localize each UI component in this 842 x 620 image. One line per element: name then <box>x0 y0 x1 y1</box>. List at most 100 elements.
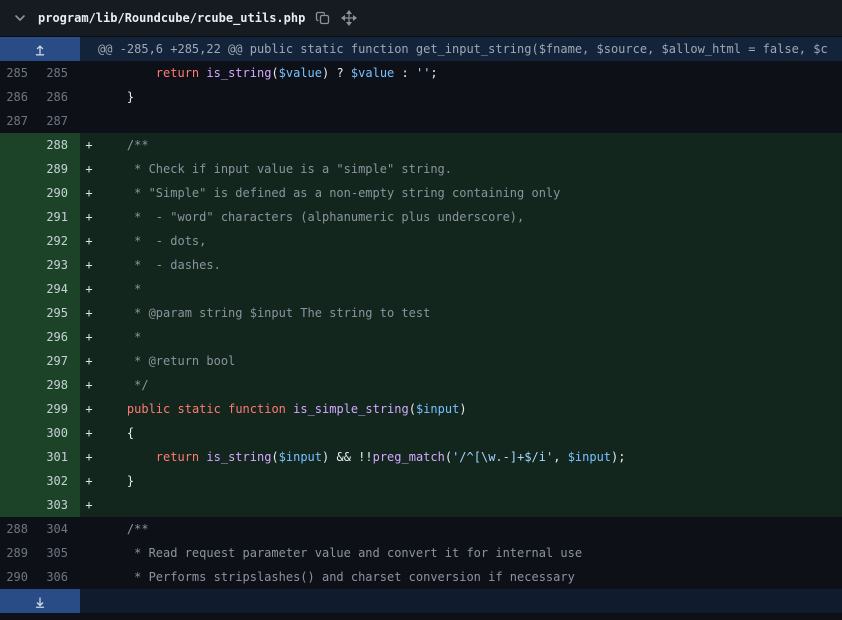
expand-bottom-fill <box>80 589 842 613</box>
chevron-down-icon[interactable] <box>12 10 28 26</box>
old-line-number[interactable] <box>0 157 40 181</box>
new-line-number[interactable]: 296 <box>40 325 80 349</box>
diff-line: 298+ */ <box>0 373 842 397</box>
new-line-number[interactable]: 286 <box>40 85 80 109</box>
diff-line: 295+ * @param string $input The string t… <box>0 301 842 325</box>
diff-line: 303+ <box>0 493 842 517</box>
old-line-number[interactable] <box>0 277 40 301</box>
diff-marker: + <box>80 421 98 445</box>
diff-line: 302+ } <box>0 469 842 493</box>
new-line-number[interactable]: 290 <box>40 181 80 205</box>
file-path[interactable]: program/lib/Roundcube/rcube_utils.php <box>38 11 305 25</box>
diff-marker <box>80 541 98 565</box>
expand-down-button[interactable] <box>0 589 80 613</box>
new-line-number[interactable]: 288 <box>40 133 80 157</box>
diff-marker: + <box>80 229 98 253</box>
code-token <box>98 402 127 416</box>
move-icon[interactable] <box>341 10 357 26</box>
code-line: public static function is_simple_string(… <box>98 397 842 421</box>
code-token: /** <box>98 522 149 536</box>
code-token: return <box>156 66 199 80</box>
new-line-number[interactable]: 300 <box>40 421 80 445</box>
new-line-number[interactable]: 293 <box>40 253 80 277</box>
new-line-number[interactable]: 289 <box>40 157 80 181</box>
code-token: ) && !! <box>322 450 373 464</box>
diff-marker: + <box>80 277 98 301</box>
copy-icon[interactable] <box>315 10 331 26</box>
new-line-number[interactable]: 287 <box>40 109 80 133</box>
old-line-number[interactable] <box>0 253 40 277</box>
old-line-number[interactable] <box>0 445 40 469</box>
old-line-number[interactable] <box>0 181 40 205</box>
expand-up-icon <box>33 42 47 56</box>
old-line-number[interactable]: 288 <box>0 517 40 541</box>
old-line-number[interactable] <box>0 349 40 373</box>
diff-line: 293+ * - dashes. <box>0 253 842 277</box>
old-line-number[interactable]: 285 <box>0 61 40 85</box>
old-line-number[interactable] <box>0 301 40 325</box>
code-line <box>98 493 842 517</box>
old-line-number[interactable]: 289 <box>0 541 40 565</box>
old-line-number[interactable] <box>0 421 40 445</box>
diff-marker: + <box>80 349 98 373</box>
new-line-number[interactable]: 285 <box>40 61 80 85</box>
old-line-number[interactable] <box>0 469 40 493</box>
code-token: * - "word" characters (alphanumeric plus… <box>98 210 524 224</box>
diff-line: 297+ * @return bool <box>0 349 842 373</box>
code-token: * Check if input value is a "simple" str… <box>98 162 452 176</box>
code-token: $input <box>279 450 322 464</box>
new-line-number[interactable]: 295 <box>40 301 80 325</box>
old-line-number[interactable]: 286 <box>0 85 40 109</box>
diff-line: 296+ * <box>0 325 842 349</box>
code-line: return is_string($input) && !!preg_match… <box>98 445 842 469</box>
diff-line: 299+ public static function is_simple_st… <box>0 397 842 421</box>
diff-line: 301+ return is_string($input) && !!preg_… <box>0 445 842 469</box>
old-line-number[interactable] <box>0 325 40 349</box>
new-line-number[interactable]: 305 <box>40 541 80 565</box>
new-line-number[interactable]: 304 <box>40 517 80 541</box>
diff-line: 292+ * - dots, <box>0 229 842 253</box>
code-token: /** <box>98 138 149 152</box>
old-line-number[interactable]: 290 <box>0 565 40 589</box>
code-token: return <box>156 450 199 464</box>
code-token <box>221 402 228 416</box>
new-line-number[interactable]: 302 <box>40 469 80 493</box>
diff-marker: + <box>80 397 98 421</box>
old-line-number[interactable]: 287 <box>0 109 40 133</box>
new-line-number[interactable]: 303 <box>40 493 80 517</box>
old-line-number[interactable] <box>0 373 40 397</box>
diff-file-panel: program/lib/Roundcube/rcube_utils.php @@… <box>0 0 842 613</box>
code-line: * - "word" characters (alphanumeric plus… <box>98 205 842 229</box>
code-line: { <box>98 421 842 445</box>
diff-line: 290306 * Performs stripslashes() and cha… <box>0 565 842 589</box>
new-line-number[interactable]: 301 <box>40 445 80 469</box>
code-line: /** <box>98 133 842 157</box>
diff-marker: + <box>80 325 98 349</box>
old-line-number[interactable] <box>0 133 40 157</box>
new-line-number[interactable]: 298 <box>40 373 80 397</box>
old-line-number[interactable] <box>0 397 40 421</box>
code-token: $value <box>279 66 322 80</box>
code-token: * "Simple" is defined as a non-empty str… <box>98 186 560 200</box>
diff-line: 287287 <box>0 109 842 133</box>
code-token <box>98 450 156 464</box>
code-token: * @param string $input The string to tes… <box>98 306 430 320</box>
old-line-number[interactable] <box>0 229 40 253</box>
diff-line: 288+ /** <box>0 133 842 157</box>
code-token <box>170 402 177 416</box>
code-token: ( <box>409 402 416 416</box>
new-line-number[interactable]: 292 <box>40 229 80 253</box>
new-line-number[interactable]: 294 <box>40 277 80 301</box>
code-line: * Performs stripslashes() and charset co… <box>98 565 842 589</box>
expand-up-button[interactable] <box>0 37 80 61</box>
old-line-number[interactable] <box>0 205 40 229</box>
diff-marker <box>80 109 98 133</box>
new-line-number[interactable]: 306 <box>40 565 80 589</box>
code-token: ) ? <box>322 66 351 80</box>
new-line-number[interactable]: 297 <box>40 349 80 373</box>
new-line-number[interactable]: 299 <box>40 397 80 421</box>
code-token: } <box>98 90 134 104</box>
diff-line: 286286 } <box>0 85 842 109</box>
old-line-number[interactable] <box>0 493 40 517</box>
new-line-number[interactable]: 291 <box>40 205 80 229</box>
